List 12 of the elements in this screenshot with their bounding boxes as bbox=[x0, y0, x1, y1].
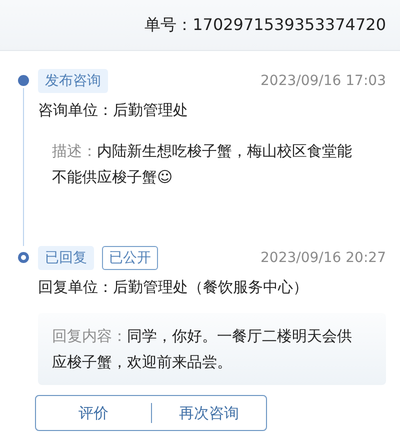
status-tag: 已回复 bbox=[38, 246, 94, 270]
status-tag: 已公开 bbox=[102, 246, 158, 270]
detail-text: 描述：内陆新生想吃梭子蟹，梅山校区食堂能不能供应梭子蟹☺ bbox=[52, 141, 353, 188]
consult-again-button[interactable]: 再次咨询 bbox=[152, 396, 266, 430]
timestamp: 2023/09/16 20:27 bbox=[260, 250, 386, 266]
unit-text: 回复单位：后勤管理处（餐饮服务中心） bbox=[38, 278, 309, 297]
unit-text: 咨询单位：后勤管理处 bbox=[38, 101, 189, 120]
order-number: 单号：1702971539353374720 bbox=[144, 14, 386, 36]
detail-text: 回复内容：同学，你好。一餐厅二楼明天会供应梭子蟹，欢迎前来品尝。 bbox=[52, 326, 353, 373]
rate-button[interactable]: 评价 bbox=[36, 396, 150, 430]
timestamp: 2023/09/16 17:03 bbox=[260, 73, 386, 89]
status-tag: 发布咨询 bbox=[38, 69, 108, 93]
